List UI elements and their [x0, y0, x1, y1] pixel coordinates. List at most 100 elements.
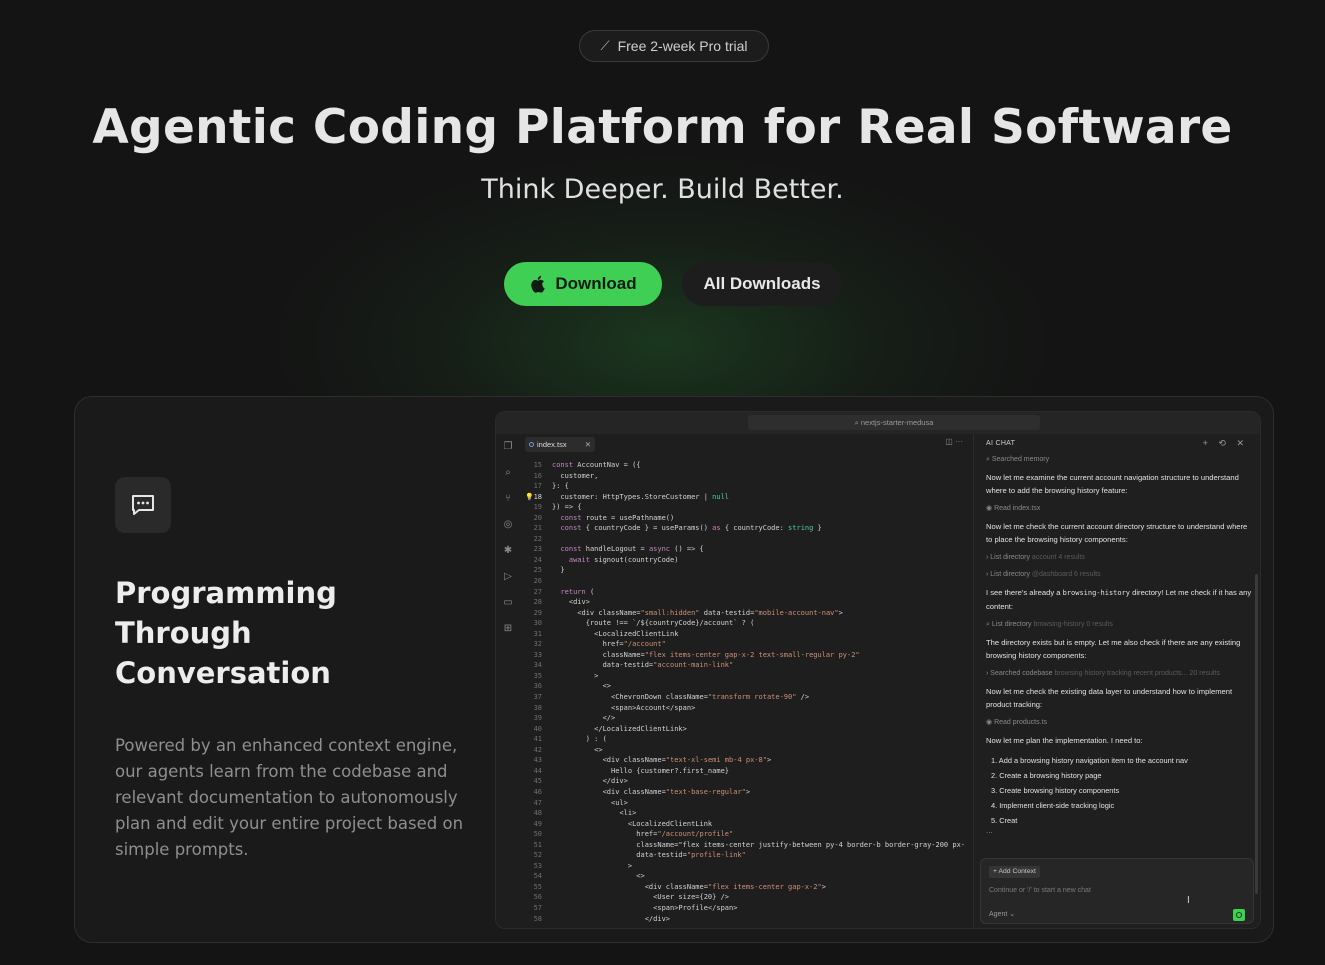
- tool-call-label: Read products.ts: [994, 719, 1047, 726]
- chat-messages: ⌕ Searched memory Now let me examine the…: [986, 454, 1252, 835]
- chat-scrollbar[interactable]: [1255, 574, 1258, 894]
- line-number: 42: [533, 745, 542, 754]
- code-line: 58 </div>: [520, 914, 974, 925]
- code-line: 21 const { countryCode } = useParams() a…: [520, 523, 974, 534]
- feature-card: Programming Through Conversation Powered…: [74, 396, 1274, 943]
- line-number: 49: [533, 819, 542, 828]
- trial-badge[interactable]: ⟋ Free 2-week Pro trial: [579, 30, 769, 62]
- code-line: 52 data-testid="profile-link": [520, 850, 974, 861]
- compass-icon[interactable]: ◎: [501, 518, 515, 532]
- plan-step: 3. Create browsing history components: [991, 786, 1120, 795]
- chat-title: AI CHAT: [986, 440, 1016, 447]
- tool-call-arg: account 4 results: [1031, 554, 1085, 561]
- code-text: <span>Profile</span>: [552, 903, 738, 912]
- add-context-button[interactable]: + Add Context: [989, 866, 1040, 878]
- all-downloads-button[interactable]: All Downloads: [682, 262, 842, 306]
- code-line: 34 data-testid="account-main-link": [520, 660, 974, 671]
- code-line: 41 ) : (: [520, 734, 974, 745]
- apple-icon: [531, 275, 546, 293]
- extensions-icon[interactable]: ⊞: [501, 622, 515, 636]
- text-cursor-icon: I: [1187, 895, 1190, 906]
- tool-call[interactable]: › Searched codebase browsing history tra…: [986, 668, 1252, 679]
- line-number: 53: [533, 861, 542, 870]
- line-number: 54: [533, 872, 542, 881]
- line-number: 45: [533, 777, 542, 786]
- code-line: 57 <span>Profile</span>: [520, 903, 974, 914]
- tool-call[interactable]: ⌕ Searched memory: [986, 454, 1252, 465]
- code-line: 15 const AccountNav = ({: [520, 460, 974, 471]
- code-line: 47 <ul>: [520, 798, 974, 809]
- chat-input-placeholder[interactable]: Continue or '/' to start a new chat: [989, 887, 1091, 894]
- code-text: <>: [552, 745, 603, 754]
- code-line: 26: [520, 576, 974, 587]
- line-number: 39: [533, 714, 542, 723]
- code-text: <ChevronDown className="transform rotate…: [552, 693, 810, 702]
- ide-titlebar: ⌕ nextjs-starter-medusa: [496, 412, 1260, 434]
- code-text: const { countryCode } = useParams() as {…: [560, 524, 822, 533]
- code-text: data-testid="account-main-link": [552, 661, 734, 670]
- code-line: 30 {route !== `/${countryCode}/account` …: [520, 618, 974, 629]
- lightbulb-icon[interactable]: 💡: [525, 492, 534, 503]
- code-line: 37 <ChevronDown className="transform rot…: [520, 692, 974, 703]
- code-line: 25 }: [520, 565, 974, 576]
- line-number: 43: [533, 756, 542, 765]
- code-text: const handleLogout = async () => {: [560, 545, 704, 554]
- code-line: 38 <span>Account</span>: [520, 703, 974, 714]
- line-number: 20: [533, 513, 542, 522]
- trial-badge-label: Free 2-week Pro trial: [617, 38, 748, 54]
- chat-header-actions[interactable]: + ⟲ ✕: [1203, 438, 1248, 449]
- chat-message: The directory exists but is empty. Let m…: [986, 638, 1241, 660]
- chat-input-box[interactable]: + Add Context Continue or '/' to start a…: [980, 858, 1254, 924]
- hero-subtitle: Think Deeper. Build Better.: [481, 174, 844, 205]
- code-line: 💡 18 customer: HttpTypes.StoreCustomer | …: [520, 492, 974, 503]
- line-number: 47: [533, 798, 542, 807]
- search-icon[interactable]: ⌕: [501, 466, 515, 480]
- code-text: </div>: [552, 914, 671, 923]
- line-number: 30: [533, 619, 542, 628]
- code-text: <ul>: [552, 798, 628, 807]
- files-icon[interactable]: ❐: [501, 440, 515, 454]
- code-text: return (: [560, 587, 595, 596]
- editor-actions[interactable]: ◫ ···: [945, 437, 963, 446]
- tool-call-arg: @dashboard 6 results: [1031, 571, 1101, 578]
- line-number: 26: [533, 577, 542, 586]
- tool-call[interactable]: › List directory @dashboard 6 results: [986, 569, 1252, 580]
- tool-call[interactable]: › List directory account 4 results: [986, 552, 1252, 563]
- debug-icon[interactable]: ✱: [501, 544, 515, 558]
- code-line: 19}) => {: [520, 502, 974, 513]
- code-text: const AccountNav = ({: [552, 461, 641, 469]
- code-text: <li>: [552, 809, 637, 818]
- line-number: 33: [533, 650, 542, 659]
- chat-message: Now let me examine the current account n…: [986, 473, 1239, 495]
- line-number: 17: [533, 482, 542, 491]
- run-icon[interactable]: ▷: [501, 570, 515, 584]
- code-line: 42 <>: [520, 745, 974, 756]
- code-line: 24 await signout(countryCode): [520, 555, 974, 566]
- tool-call[interactable]: ◉ Read products.ts: [986, 717, 1252, 728]
- magic-wand-icon: ⟋: [600, 38, 610, 53]
- tool-call-label: List directory: [991, 621, 1032, 628]
- download-button[interactable]: Download: [504, 262, 662, 306]
- agent-mode-select[interactable]: Agent ⌄: [989, 910, 1015, 918]
- ide-search-bar[interactable]: ⌕ nextjs-starter-medusa: [748, 415, 1040, 430]
- line-number: 31: [533, 629, 542, 638]
- editor-tab[interactable]: index.tsx ✕: [525, 437, 595, 452]
- tool-call[interactable]: ⌕ List directory browsing-history 0 resu…: [986, 619, 1252, 630]
- message-text: I see there's already a: [986, 588, 1063, 597]
- code-text: {route !== `/${countryCode}/account` ? (: [552, 619, 755, 628]
- tool-call[interactable]: ◉ Read index.tsx: [986, 503, 1252, 514]
- plan-step: 1. Add a browsing history navigation ite…: [991, 756, 1188, 765]
- source-control-icon[interactable]: ⑂: [501, 492, 515, 506]
- line-number: 22: [533, 534, 542, 543]
- code-line: 29 <div className="small:hidden" data-te…: [520, 608, 974, 619]
- send-icon[interactable]: [1233, 909, 1245, 921]
- line-number: 28: [533, 598, 542, 607]
- remote-icon[interactable]: ▭: [501, 596, 515, 610]
- tool-call-label: List directory: [990, 554, 1030, 561]
- code-text: customer,: [552, 471, 599, 480]
- code-text: <div className="small:hidden" data-testi…: [552, 608, 843, 617]
- chat-bubble-icon: [115, 477, 171, 533]
- line-number: 38: [533, 703, 542, 712]
- close-tab-icon[interactable]: ✕: [585, 437, 591, 452]
- code-text: <User size={20} />: [552, 893, 730, 902]
